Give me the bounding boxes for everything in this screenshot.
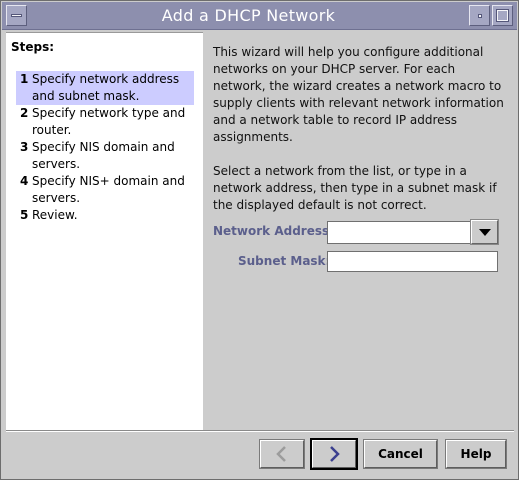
chevron-down-icon	[479, 229, 491, 236]
cancel-button[interactable]: Cancel	[363, 439, 438, 469]
step-number: 4	[20, 174, 29, 188]
intro-text: This wizard will help you configure addi…	[213, 45, 504, 144]
step-item-2: 2 Specify network type and router.	[16, 105, 194, 139]
steps-panel: Steps: 1 Specify network address and sub…	[6, 32, 203, 431]
step-label: Specify network type and router.	[32, 106, 186, 137]
chevron-left-icon	[276, 446, 286, 462]
network-address-label: Network Address:	[213, 224, 334, 238]
step-item-1: 1 Specify network address and subnet mas…	[16, 71, 194, 105]
instructions-text: Select a network from the list, or type …	[213, 164, 497, 212]
step-item-3: 3 Specify NIS domain and servers.	[16, 139, 194, 173]
step-label: Specify NIS+ domain and servers.	[32, 174, 185, 205]
step-label: Review.	[32, 208, 78, 222]
maximize-button[interactable]	[492, 5, 513, 26]
title-bar[interactable]: Add a DHCP Network	[2, 2, 517, 30]
steps-heading: Steps:	[11, 40, 55, 54]
minimize-button[interactable]	[469, 5, 490, 26]
wizard-window: Add a DHCP Network Steps: 1 Specify netw…	[0, 0, 519, 480]
help-button[interactable]: Help	[445, 439, 507, 469]
step-label: Specify NIS domain and servers.	[32, 140, 175, 171]
window-menu-icon	[11, 14, 22, 17]
next-button[interactable]	[310, 438, 358, 470]
window-title: Add a DHCP Network	[161, 6, 336, 25]
chevron-right-icon	[330, 446, 340, 462]
step-item-5: 5 Review.	[16, 207, 194, 224]
window-menu-button[interactable]	[6, 5, 27, 26]
step-label: Specify network address and subnet mask.	[32, 72, 180, 103]
back-button[interactable]	[259, 439, 305, 469]
step-number: 2	[20, 106, 29, 120]
maximize-icon	[496, 9, 509, 22]
minimize-icon	[478, 14, 482, 18]
network-address-input[interactable]	[327, 221, 471, 244]
step-number: 5	[20, 208, 29, 222]
step-number: 1	[20, 72, 29, 86]
network-address-dropdown-button[interactable]	[470, 219, 499, 245]
wizard-content: This wizard will help you configure addi…	[213, 44, 511, 214]
subnet-mask-label: Subnet Mask:	[238, 254, 331, 268]
step-number: 3	[20, 140, 29, 154]
subnet-mask-input[interactable]	[327, 251, 498, 272]
step-item-4: 4 Specify NIS+ domain and servers.	[16, 173, 194, 207]
